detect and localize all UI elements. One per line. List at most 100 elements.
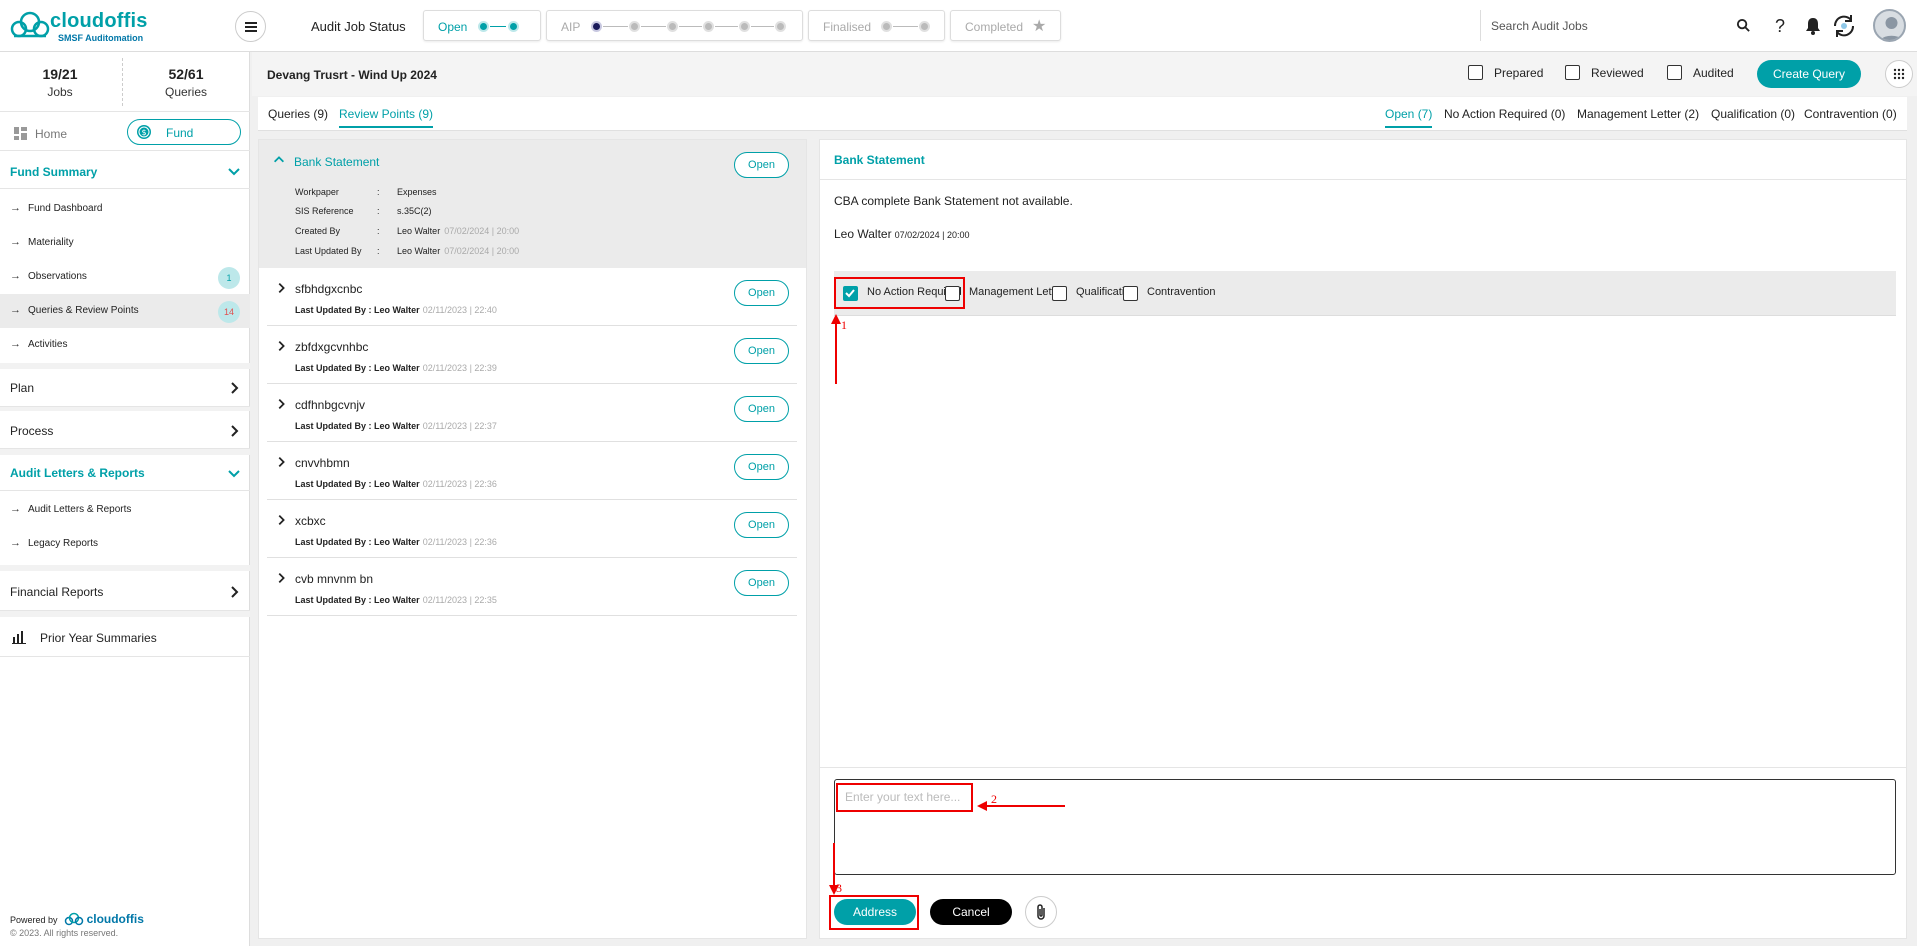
annotation-label-3: 3	[836, 881, 842, 895]
last-updated-value: Leo Walter 07/02/2024 | 20:00	[397, 246, 520, 256]
queries-stat[interactable]: 52/61 Queries	[126, 66, 246, 99]
list-item[interactable]: xcbxc Last Updated By : Leo Walter 02/11/…	[267, 500, 797, 558]
stage-completed[interactable]: Completed ★	[950, 10, 1061, 41]
cloudoffis-logo[interactable]: cloudoffis SMSF Auditomation	[10, 9, 160, 43]
status-badge[interactable]: Open	[734, 512, 789, 538]
attach-button[interactable]	[1025, 896, 1057, 928]
contravention-checkbox[interactable]	[1123, 286, 1138, 301]
prepared-checkbox[interactable]	[1468, 65, 1483, 80]
cancel-button[interactable]: Cancel	[930, 899, 1012, 925]
brand-tagline: SMSF Auditomation	[58, 33, 144, 43]
annotation-arrow-1	[835, 318, 837, 384]
bell-icon[interactable]	[1805, 17, 1821, 35]
list-item[interactable]: zbfdxgcvnhbc Last Updated By : Leo Walte…	[267, 326, 797, 384]
user-avatar[interactable]	[1873, 9, 1906, 42]
chevron-up-icon[interactable]	[272, 153, 286, 167]
jobs-stat[interactable]: 19/21 Jobs	[0, 66, 120, 99]
sidebar-item-audit-letters-reports[interactable]: → Audit Letters & Reports	[0, 493, 250, 527]
review-points-list: Bank Statement Open Workpaper : Expenses…	[258, 139, 807, 939]
stage-finalised[interactable]: Finalised	[808, 10, 945, 41]
create-query-button[interactable]: Create Query	[1757, 60, 1861, 88]
chevron-right-icon[interactable]	[274, 571, 288, 585]
status-badge[interactable]: Open	[734, 152, 789, 178]
chevron-right-icon[interactable]	[274, 281, 288, 295]
reviewed-checkbox[interactable]	[1565, 65, 1580, 80]
fund-summary-header[interactable]: Fund Summary	[0, 155, 250, 189]
created-by-value: Leo Walter 07/02/2024 | 20:00	[397, 226, 520, 236]
sis-reference-value: s.35C(2)	[397, 206, 432, 216]
sidebar-item-activities[interactable]: → Activities	[0, 328, 250, 362]
arrow-right-icon: →	[10, 304, 21, 316]
tab-review-points[interactable]: Review Points (9)	[339, 107, 434, 128]
detail-description: CBA complete Bank Statement not availabl…	[834, 194, 1073, 208]
grid-dots-icon	[1893, 68, 1905, 80]
arrow-right-icon: →	[10, 537, 21, 549]
tab-management-letter[interactable]: Management Letter (2)	[1577, 107, 1699, 121]
stage-dot	[881, 21, 892, 32]
audit-letters-header[interactable]: Audit Letters & Reports	[0, 455, 250, 491]
chevron-right-icon[interactable]	[274, 339, 288, 353]
tab-queries[interactable]: Queries (9)	[268, 107, 328, 121]
annotation-label-2: 2	[991, 792, 997, 806]
review-point-expanded[interactable]: Bank Statement Open Workpaper : Expenses…	[259, 140, 806, 268]
stage-aip[interactable]: AIP	[546, 10, 803, 41]
sidebar-item-queries-review-points[interactable]: → Queries & Review Points 14	[0, 294, 250, 328]
chevron-right-icon[interactable]	[274, 397, 288, 411]
annotation-box-3	[829, 895, 919, 930]
list-item[interactable]: cnvvhbmn Last Updated By : Leo Walter 02/…	[267, 442, 797, 500]
status-badge[interactable]: Open	[734, 396, 789, 422]
reviewed-label: Reviewed	[1591, 66, 1644, 80]
search-icon[interactable]	[1736, 18, 1751, 33]
detail-author: Leo Walter 07/02/2024 | 20:00	[834, 227, 970, 241]
plan-header[interactable]: Plan	[0, 369, 250, 407]
detail-title: Bank Statement	[834, 153, 925, 167]
process-header[interactable]: Process	[0, 411, 250, 449]
tab-qualification[interactable]: Qualification (0)	[1711, 107, 1795, 121]
detail-header: Bank Statement	[820, 140, 1906, 180]
sidebar-item-materiality[interactable]: → Materiality	[0, 226, 250, 260]
sidebar-item-observations[interactable]: → Observations 1	[0, 260, 250, 294]
review-point-detail: Bank Statement CBA complete Bank Stateme…	[819, 139, 1907, 939]
qualification-checkbox[interactable]	[1052, 286, 1067, 301]
stage-dot	[629, 21, 640, 32]
arrow-right-icon: →	[10, 270, 21, 282]
fund-button[interactable]: $ Fund	[127, 119, 241, 145]
list-item[interactable]: cvb mnvnm bn Last Updated By : Leo Walte…	[267, 558, 797, 616]
list-item[interactable]: sfbhdgxcnbc Last Updated By : Leo Walter…	[267, 268, 797, 326]
stage-dot	[508, 21, 519, 32]
stage-open[interactable]: Open	[423, 10, 541, 41]
sidebar-item-legacy-reports[interactable]: → Legacy Reports	[0, 527, 250, 561]
prior-year-summaries[interactable]: Prior Year Summaries	[0, 617, 250, 657]
apps-grid-button[interactable]	[1885, 60, 1913, 88]
status-badge[interactable]: Open	[734, 338, 789, 364]
chevron-down-icon	[228, 470, 240, 478]
stage-dot	[667, 21, 678, 32]
status-badge[interactable]: Open	[734, 570, 789, 596]
annotation-arrow-2	[985, 805, 1065, 807]
tab-open[interactable]: Open (7)	[1385, 107, 1433, 128]
list-item[interactable]: cdfhnbgcvnjv Last Updated By : Leo Walte…	[267, 384, 797, 442]
home-link[interactable]: Home	[14, 127, 67, 141]
search-input[interactable]	[1491, 16, 1721, 36]
paperclip-icon	[1037, 904, 1045, 920]
annotation-label-1: 1	[841, 318, 847, 332]
tab-contravention[interactable]: Contravention (0)	[1804, 107, 1897, 121]
sync-icon[interactable]	[1831, 13, 1857, 39]
status-badge[interactable]: Open	[734, 280, 789, 306]
sidebar-item-fund-dashboard[interactable]: → Fund Dashboard	[0, 192, 250, 226]
prepared-label: Prepared	[1494, 66, 1544, 80]
comment-input[interactable]	[845, 790, 1885, 864]
management-letter-label: Management Letter	[969, 286, 1065, 298]
audited-checkbox[interactable]	[1667, 65, 1682, 80]
hamburger-menu-button[interactable]	[235, 11, 266, 42]
help-icon[interactable]: ?	[1770, 14, 1790, 38]
tab-no-action-required[interactable]: No Action Required (0)	[1444, 107, 1565, 121]
powered-by: Powered by cloudoffis	[10, 912, 144, 926]
job-title: Devang Trusrt - Wind Up 2024	[267, 68, 437, 82]
chevron-right-icon[interactable]	[274, 513, 288, 527]
chevron-right-icon[interactable]	[274, 455, 288, 469]
annotation-arrow-3	[833, 843, 835, 885]
svg-text:$: $	[141, 128, 146, 137]
financial-reports-header[interactable]: Financial Reports	[0, 571, 250, 611]
status-badge[interactable]: Open	[734, 454, 789, 480]
